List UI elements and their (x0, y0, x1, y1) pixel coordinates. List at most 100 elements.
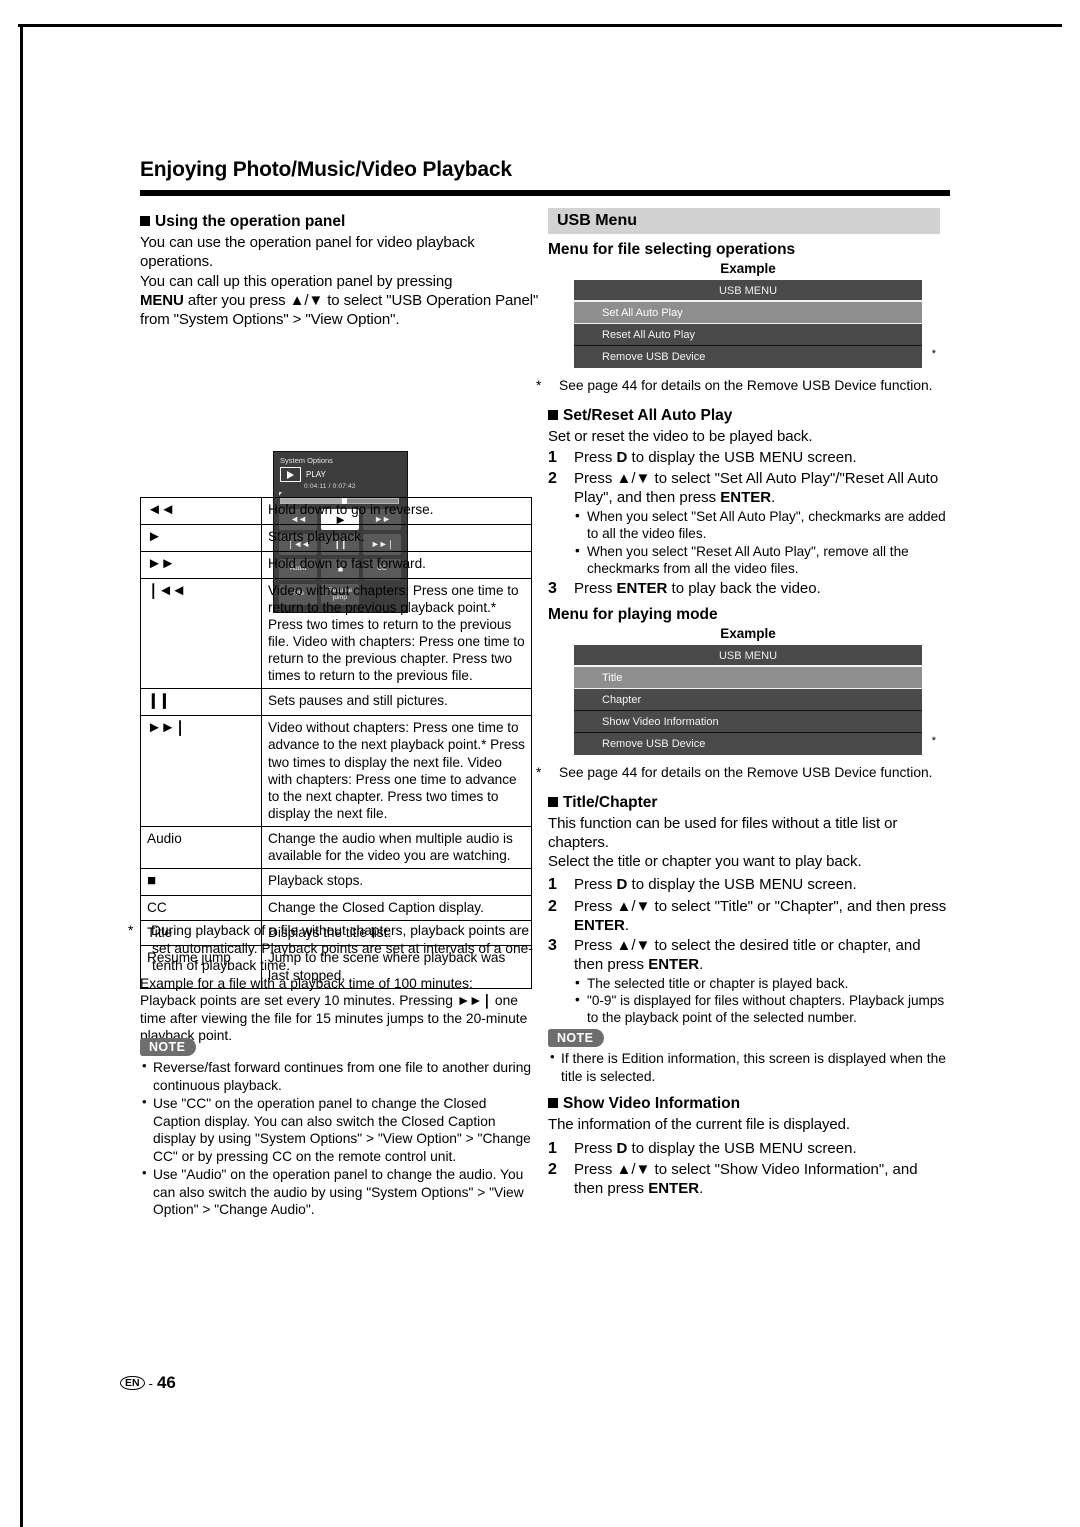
key-cell: ► (140, 523, 262, 552)
step-text: Press ENTER to play back the video. (574, 579, 821, 597)
footnote-star: * (536, 765, 542, 781)
show-info-intro: The information of the current file is d… (548, 1116, 850, 1134)
usb-menu-example-2: USB MENU Title Chapter Show Video Inform… (574, 645, 936, 756)
desc-cell: Change the Closed Caption display. (261, 895, 532, 922)
intro-paragraph-1: You can use the operation panel for vide… (140, 234, 475, 271)
footnote-example-line-2: Playback points are set every 10 minutes… (140, 993, 528, 1044)
title-chapter-intro-1: This function can be used for files with… (548, 814, 898, 851)
menu-item-show-video-information[interactable]: Show Video Information (574, 711, 922, 734)
table-row: ►►❘ Video without chapters: Press one tim… (140, 715, 532, 828)
step-number: 3 (548, 936, 557, 954)
menu-item-reset-all-auto-play[interactable]: Reset All Auto Play (574, 324, 922, 346)
remove-usb-footnote-2: * See page 44 for details on the Remove U… (536, 765, 933, 781)
op-panel-title: System Options (280, 456, 333, 466)
page-title: Enjoying Photo/Music/Video Playback (140, 158, 512, 181)
step-1: 1 Press D to display the USB MENU screen… (548, 448, 948, 468)
menu-header: USB MENU (574, 280, 922, 302)
progress-marker-icon (279, 492, 282, 497)
page-border-left (20, 24, 23, 1527)
table-row: ❘◄◄ Video without chapters: Press one tim… (140, 577, 532, 690)
note-list: If there is Edition information, this sc… (548, 1049, 948, 1085)
show-info-steps: 1 Press D to display the USB MENU screen… (548, 1139, 948, 1198)
table-row: ►► Hold down to fast forward. (140, 550, 532, 579)
playback-point-footnote: * During playback of a file without chapt… (128, 923, 533, 974)
desc-cell: Video without chapters: Press one time t… (261, 577, 532, 690)
menu-item-set-all-auto-play[interactable]: Set All Auto Play (574, 302, 922, 324)
footer-dash: - (148, 1375, 153, 1391)
table-row: CC Change the Closed Caption display. (140, 895, 532, 922)
footnote-example-line-1: Example for a file with a playback time … (140, 975, 473, 991)
step-text: Press D to display the USB MENU screen. (574, 876, 857, 894)
step-3: 3 Press ▲/▼ to select the desired title … (548, 936, 948, 974)
list-item: Reverse/fast forward continues from one … (140, 1058, 536, 1094)
page-margin-top (0, 0, 1080, 26)
note-badge: NOTE (140, 1038, 197, 1056)
footnote-star: * (536, 378, 542, 393)
table-row: ◄◄ Hold down to go in reverse. (140, 497, 532, 525)
key-cell: ◄◄ (140, 497, 262, 525)
right-note-block: NOTE If there is Edition information, th… (548, 1029, 948, 1085)
heading-set-reset-all-auto-play: Set/Reset All Auto Play (548, 406, 948, 426)
desc-cell: Playback stops. (261, 868, 532, 897)
title-chapter-intro-2: Select the title or chapter you want to … (548, 853, 862, 871)
desc-cell: Sets pauses and still pictures. (261, 688, 532, 717)
menu-footnote-star: * (931, 348, 936, 360)
page-margin-left (0, 0, 18, 1527)
next-icon: ►►❘ (456, 993, 493, 1009)
note-badge: NOTE (548, 1029, 605, 1048)
table-body: ◄◄ Hold down to go in reverse. ► Starts pl… (140, 497, 532, 989)
heading-file-selecting: Menu for file selecting operations (548, 241, 796, 258)
list-item: When you select "Reset All Auto Play", r… (574, 541, 948, 577)
op-panel-time: 0:04:11 / 0:07:42 (304, 483, 356, 491)
step-2: 2 Press ▲/▼ to select "Show Video Inform… (548, 1160, 948, 1198)
menu-item-remove-usb-device[interactable]: Remove USB Device (574, 733, 922, 756)
step-number: 1 (548, 448, 557, 466)
step-2: 2 Press ▲/▼ to select "Title" or "Chapte… (548, 897, 948, 935)
square-bullet-icon (140, 216, 150, 226)
manual-page: Enjoying Photo/Music/Video Playback Usin… (0, 0, 1080, 1527)
page-footer: EN - 46 (120, 1373, 176, 1393)
operation-key-table: ◄◄ Hold down to go in reverse. ► Starts pl… (140, 497, 532, 989)
menu-footnote-star: * (931, 735, 936, 748)
step-text: Press ▲/▼ to select "Show Video Informat… (574, 1160, 918, 1197)
set-reset-bullets: When you select "Set All Auto Play", che… (548, 507, 948, 577)
key-cell: ❙❙ (140, 688, 262, 717)
step-text: Press D to display the USB MENU screen. (574, 448, 857, 466)
step-2: 2 Press ▲/▼ to select "Set All Auto Play… (548, 469, 948, 507)
op-panel-status: PLAY (280, 467, 326, 483)
heading-playing-mode: Menu for playing mode (548, 606, 718, 624)
heading-using-operation-panel: Using the operation panel (140, 212, 540, 232)
menu-item-title[interactable]: Title (574, 667, 922, 690)
title-chapter-bullets: The selected title or chapter is played … (548, 974, 948, 1026)
step-1: 1 Press D to display the USB MENU screen… (548, 1139, 948, 1159)
heading-title-chapter: Title/Chapter (548, 793, 948, 813)
list-item: Use "CC" on the operation panel to chang… (140, 1094, 536, 1165)
set-reset-intro: Set or reset the video to be played back… (548, 427, 813, 445)
remove-usb-footnote-1: * See page 44 for details on the Remove U… (536, 378, 933, 393)
table-row: ► Starts playback. (140, 523, 532, 552)
desc-cell: Hold down to go in reverse. (261, 497, 532, 525)
step-number: 1 (548, 1139, 557, 1157)
footnote-star: * (128, 923, 134, 938)
step-text: Press ▲/▼ to select "Title" or "Chapter"… (574, 897, 947, 934)
play-state-icon (280, 467, 301, 483)
step-3: 3 Press ENTER to play back the video. (548, 579, 948, 599)
right-column: USB Menu Menu for file selecting operati… (536, 208, 948, 1199)
menu-item-remove-usb-device[interactable]: Remove USB Device (574, 346, 922, 368)
desc-cell: Change the audio when multiple audio is … (261, 826, 532, 870)
step-number: 1 (548, 876, 557, 894)
menu-key-label: MENU (140, 291, 184, 309)
set-reset-steps: 1 Press D to display the USB MENU screen… (548, 448, 948, 599)
list-item: Use "Audio" on the operation panel to ch… (140, 1165, 536, 1219)
step-text: Press D to display the USB MENU screen. (574, 1139, 857, 1157)
key-cell: CC (140, 895, 262, 922)
note-list: Reverse/fast forward continues from one … (140, 1058, 536, 1219)
left-footnotes: * During playback of a file without chapt… (128, 922, 536, 1045)
desc-cell: Hold down to fast forward. (261, 550, 532, 579)
step-text: Press ▲/▼ to select the desired title or… (574, 936, 921, 973)
table-row: ❙❙ Sets pauses and still pictures. (140, 688, 532, 717)
step-number: 3 (548, 579, 557, 597)
menu-item-chapter[interactable]: Chapter (574, 689, 922, 712)
list-item: If there is Edition information, this sc… (548, 1049, 948, 1085)
heading-show-video-information: Show Video Information (548, 1094, 948, 1114)
